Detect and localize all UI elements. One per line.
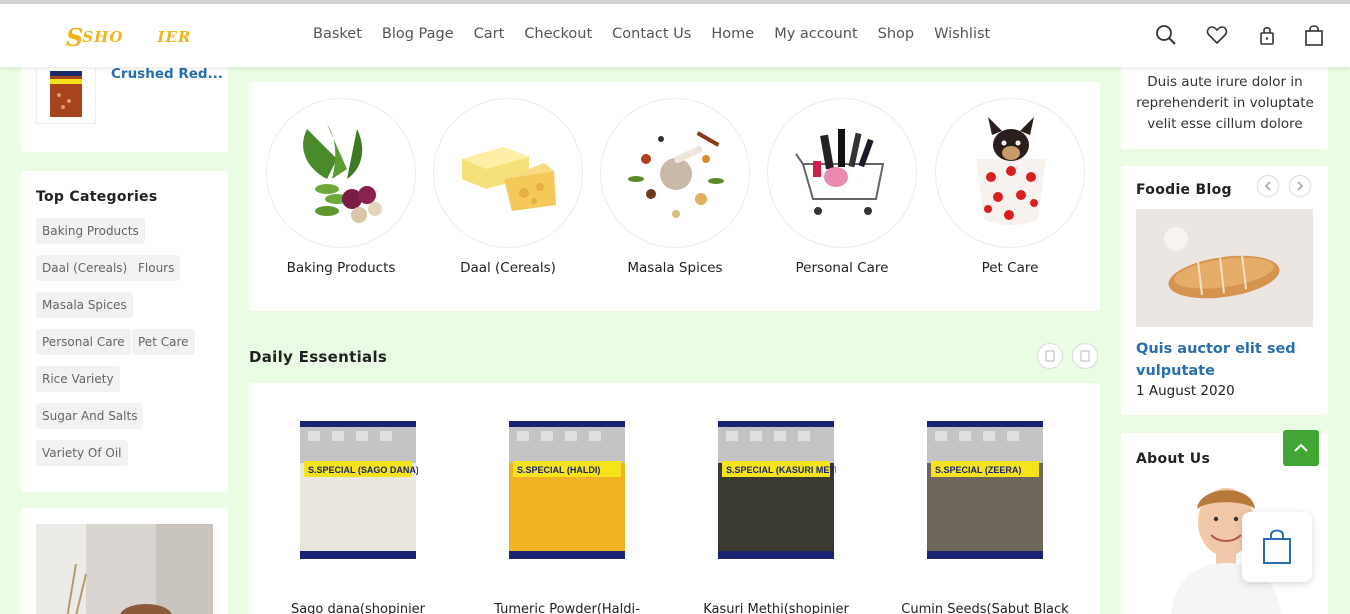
chevron-left-icon — [1265, 181, 1271, 191]
product-image[interactable]: S.SPECIAL (HALDI) — [507, 419, 627, 561]
mini-cart-button[interactable] — [1242, 512, 1312, 582]
nav-wishlist[interactable]: Wishlist — [934, 26, 990, 42]
product-image[interactable]: S.SPECIAL (KASURI METHI) — [716, 419, 847, 561]
category-label-masala[interactable]: Masala Spices — [590, 260, 760, 276]
nav-basket[interactable]: Basket — [313, 26, 362, 42]
category-circle-personal-care[interactable] — [767, 98, 917, 248]
product-pack-label: S.SPECIAL (KASURI METHI) — [726, 465, 836, 475]
category-circle-daal[interactable] — [433, 98, 583, 248]
product-image[interactable]: S.SPECIAL (SAGO DANA) — [298, 419, 419, 561]
blog-next-button[interactable] — [1289, 175, 1311, 197]
promo-banner-card — [21, 508, 228, 614]
chevron-left-icon — [1045, 350, 1055, 362]
recent-product-title[interactable]: Crushed Red... — [111, 66, 223, 82]
chevron-right-icon — [1297, 181, 1303, 191]
product-pack-label: S.SPECIAL (ZEERA) — [935, 465, 1021, 475]
product-pack-label: S.SPECIAL (HALDI) — [517, 465, 600, 475]
top-categories-title: Top Categories — [36, 189, 158, 205]
tag-rice-variety[interactable]: Rice Variety — [36, 366, 120, 392]
search-icon[interactable] — [1155, 24, 1177, 46]
category-label-daal[interactable]: Daal (Cereals) — [423, 260, 593, 276]
nav-my-account[interactable]: My account — [774, 26, 857, 42]
scroll-to-top-button[interactable] — [1283, 430, 1319, 466]
site-header: S SHO IER Basket Blog Page Cart Checkout… — [0, 4, 1350, 67]
nav-shop[interactable]: Shop — [878, 26, 914, 42]
foodie-blog-title: Foodie Blog — [1136, 182, 1232, 198]
blog-prev-button[interactable] — [1257, 175, 1279, 197]
main-nav: Basket Blog Page Cart Checkout Contact U… — [313, 26, 1010, 42]
category-label-personal-care[interactable]: Personal Care — [757, 260, 927, 276]
product-image[interactable]: S.SPECIAL (ZEERA) — [925, 419, 1045, 561]
blog-post-image[interactable] — [1136, 209, 1313, 327]
category-circle-baking[interactable] — [266, 98, 416, 248]
nav-checkout[interactable]: Checkout — [524, 26, 592, 42]
product-title[interactable]: Tumeric Powder(Haldi- — [467, 602, 667, 614]
heart-icon[interactable] — [1206, 24, 1228, 46]
product-image — [50, 71, 82, 117]
tag-flours[interactable]: Flours — [132, 255, 181, 281]
nav-contact-us[interactable]: Contact Us — [612, 26, 691, 42]
cheese-image — [462, 147, 556, 211]
category-circle-masala[interactable] — [600, 98, 750, 248]
product-title[interactable]: Sago dana(shopinier — [258, 602, 458, 614]
tag-variety-of-oil[interactable]: Variety Of Oil — [36, 440, 128, 466]
category-carousel: Baking Products Daal (Cereals) Masala Sp… — [249, 82, 1100, 311]
carousel-next-button[interactable] — [1072, 343, 1098, 369]
daily-essentials-grid: S.SPECIAL (SAGO DANA) Sago dana(shopinier… — [249, 383, 1100, 614]
tag-daal-cereals[interactable]: Daal (Cereals) — [36, 255, 134, 281]
cosmetics-cart-image — [795, 129, 885, 215]
about-us-title: About Us — [1136, 451, 1211, 467]
nav-blog-page[interactable]: Blog Page — [382, 26, 454, 42]
tag-masala-spices[interactable]: Masala Spices — [36, 292, 133, 318]
nav-home[interactable]: Home — [711, 26, 754, 42]
product-title[interactable]: Kasuri Methi(shopinier — [676, 602, 876, 614]
logo-part2: IER — [157, 28, 192, 46]
daily-essentials-title: Daily Essentials — [249, 348, 388, 366]
shopping-bag-icon[interactable] — [1303, 24, 1325, 46]
chevron-up-icon — [1294, 443, 1308, 452]
promo-image[interactable] — [36, 524, 213, 614]
site-logo[interactable]: S SHO IER — [66, 22, 191, 52]
product-pack-label: S.SPECIAL (SAGO DANA) — [308, 465, 418, 475]
lock-icon[interactable] — [1256, 24, 1278, 46]
tag-personal-care[interactable]: Personal Care — [36, 329, 131, 355]
spices-image — [628, 131, 724, 218]
nav-cart[interactable]: Cart — [474, 26, 505, 42]
recent-product-thumb[interactable] — [36, 64, 96, 124]
top-categories-card: Top Categories Baking Products Daal (Cer… — [21, 171, 228, 492]
shopping-bag-icon — [1263, 529, 1291, 564]
product-title[interactable]: Cumin Seeds(Sabut Black — [885, 602, 1085, 614]
blog-post-title[interactable]: Quis auctor elit sed vulputate — [1136, 338, 1316, 382]
category-circle-pet-care[interactable] — [935, 98, 1085, 248]
tag-sugar-and-salts[interactable]: Sugar And Salts — [36, 403, 144, 429]
logo-part1: SHO — [82, 28, 124, 46]
blog-post-date: 1 August 2020 — [1136, 383, 1235, 399]
tag-baking-products[interactable]: Baking Products — [36, 218, 145, 244]
intro-text: Duis aute irure dolor in reprehenderit i… — [1136, 74, 1314, 132]
vegetables-image — [303, 124, 382, 223]
tag-pet-care[interactable]: Pet Care — [132, 329, 195, 355]
carousel-prev-button[interactable] — [1037, 343, 1063, 369]
puppy-cup-image — [976, 117, 1046, 225]
category-label-pet-care[interactable]: Pet Care — [925, 260, 1095, 276]
foodie-blog-card: Foodie Blog Quis auctor elit sed vulputa… — [1121, 166, 1328, 415]
chevron-right-icon — [1080, 350, 1090, 362]
category-label-baking[interactable]: Baking Products — [256, 260, 426, 276]
